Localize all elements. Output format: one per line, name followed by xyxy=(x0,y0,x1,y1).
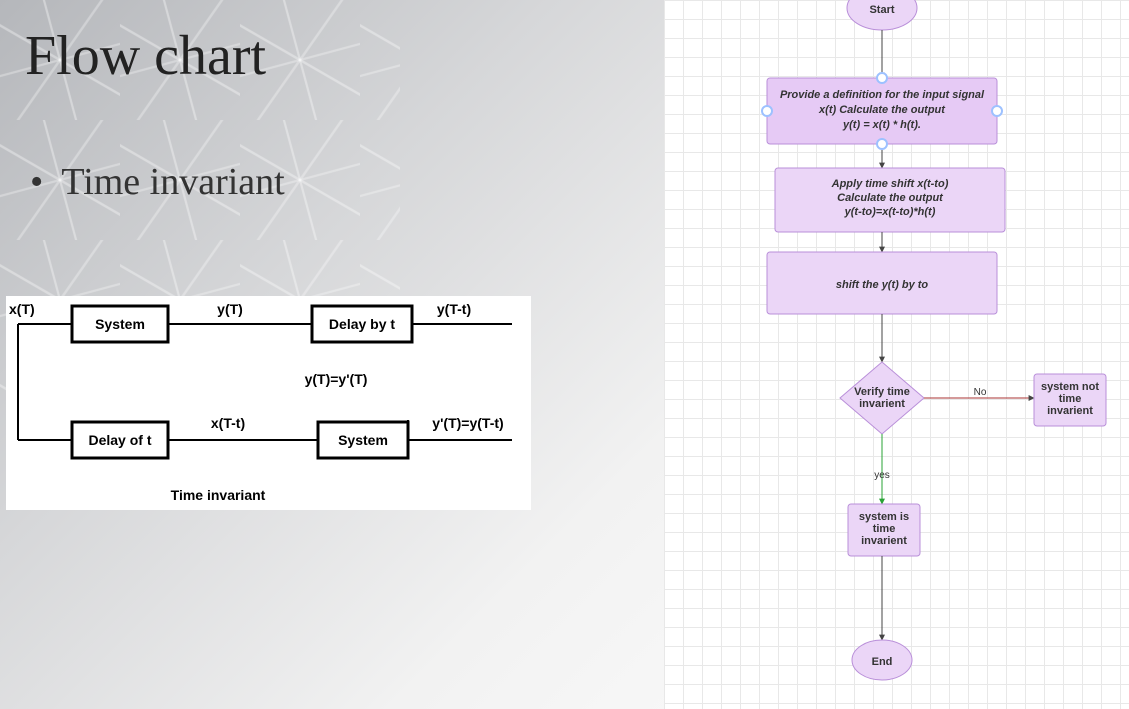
label-yes-3: invarient xyxy=(861,535,907,547)
box-delay-top-label: Delay by t xyxy=(329,316,395,332)
label-yprime: y'(T)=y(T-t) xyxy=(432,415,503,431)
selection-handle-icon[interactable] xyxy=(992,106,1002,116)
box-delay-bottom-label: Delay of t xyxy=(88,432,151,448)
label-no-1: system not xyxy=(1041,381,1099,393)
label-end: End xyxy=(872,656,893,668)
label-yes-1: system is xyxy=(859,511,909,523)
label-decision-1: Verify time xyxy=(854,386,910,398)
label-yes-2: time xyxy=(873,523,896,535)
label-no-3: invarient xyxy=(1047,405,1093,417)
block-diagram-caption: Time invariant xyxy=(171,487,266,503)
label-no-2: time xyxy=(1059,393,1082,405)
block-diagram: x(T) System y(T) Delay by t y(T-t) y(T)=… xyxy=(6,296,531,510)
slide: Flow chart Time invariant x(T) System y(… xyxy=(0,0,1129,709)
label-decision-2: invarient xyxy=(859,398,905,410)
label-step2-2: Calculate the output xyxy=(837,192,944,204)
label-step3: shift the y(t) by to xyxy=(836,279,929,291)
label-xT: x(T) xyxy=(9,301,35,317)
label-step2-3: y(t-to)=x(t-to)*h(t) xyxy=(844,206,936,218)
bullet-time-invariant: Time invariant xyxy=(30,160,285,204)
edge-label-yes: yes xyxy=(874,470,890,481)
selection-handle-icon[interactable] xyxy=(877,73,887,83)
label-step1-3: y(t) = x(t) * h(t). xyxy=(842,119,921,131)
slide-title: Flow chart xyxy=(25,24,266,88)
label-start: Start xyxy=(869,4,894,16)
selection-handle-icon[interactable] xyxy=(762,106,772,116)
selection-handle-icon[interactable] xyxy=(877,139,887,149)
label-yT: y(T) xyxy=(217,301,243,317)
edge-label-no: No xyxy=(974,387,987,398)
label-xTt: x(T-t) xyxy=(211,415,245,431)
flowchart: Start Provide a definition for the input… xyxy=(664,0,1129,709)
box-system-bottom-label: System xyxy=(338,432,388,448)
label-yTt: y(T-t) xyxy=(437,301,471,317)
label-step2-1: Apply time shift x(t-to) xyxy=(831,178,949,190)
label-step1-1: Provide a definition for the input signa… xyxy=(780,89,985,101)
label-step1-2: x(t) Calculate the output xyxy=(818,104,946,116)
box-system-top-label: System xyxy=(95,316,145,332)
label-equality: y(T)=y'(T) xyxy=(305,371,368,387)
